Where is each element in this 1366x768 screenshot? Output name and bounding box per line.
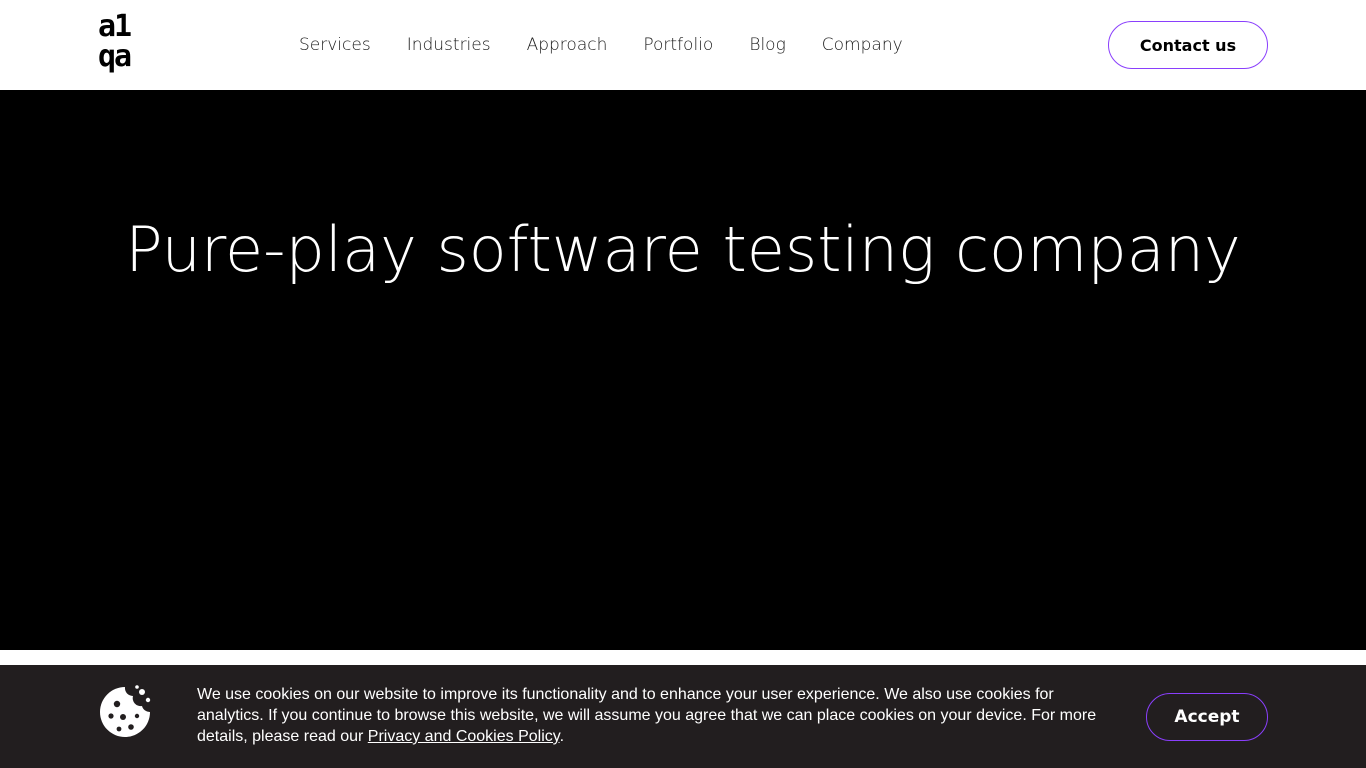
cookie-banner: We use cookies on our website to improve…: [0, 665, 1366, 768]
nav-item-services[interactable]: Services: [299, 35, 371, 55]
logo-line-top: a1: [98, 9, 132, 44]
site-header: a1 qa Services Industries Approach Portf…: [0, 0, 1366, 90]
nav-item-portfolio[interactable]: Portfolio: [643, 35, 713, 55]
cookie-message-text: We use cookies on our website to improve…: [197, 686, 1097, 745]
logo[interactable]: a1 qa: [98, 12, 146, 82]
privacy-policy-link[interactable]: Privacy and Cookies Policy: [368, 728, 560, 745]
hero-section: Pure-play software testing company: [0, 90, 1366, 650]
cookie-icon: [100, 685, 151, 737]
nav-item-company[interactable]: Company: [822, 35, 903, 55]
nav-item-blog[interactable]: Blog: [749, 35, 785, 55]
cookie-message-end: .: [559, 728, 565, 745]
accept-cookies-button[interactable]: Accept: [1146, 693, 1268, 741]
nav-item-industries[interactable]: Industries: [407, 35, 491, 55]
cookie-message: We use cookies on our website to improve…: [197, 684, 1117, 747]
nav-item-approach[interactable]: Approach: [527, 35, 608, 55]
logo-line-bottom: qa: [98, 39, 132, 74]
hero-title: Pure-play software testing company: [125, 213, 1241, 286]
contact-us-button[interactable]: Contact us: [1108, 21, 1268, 69]
main-nav: Services Industries Approach Portfolio B…: [299, 0, 939, 90]
